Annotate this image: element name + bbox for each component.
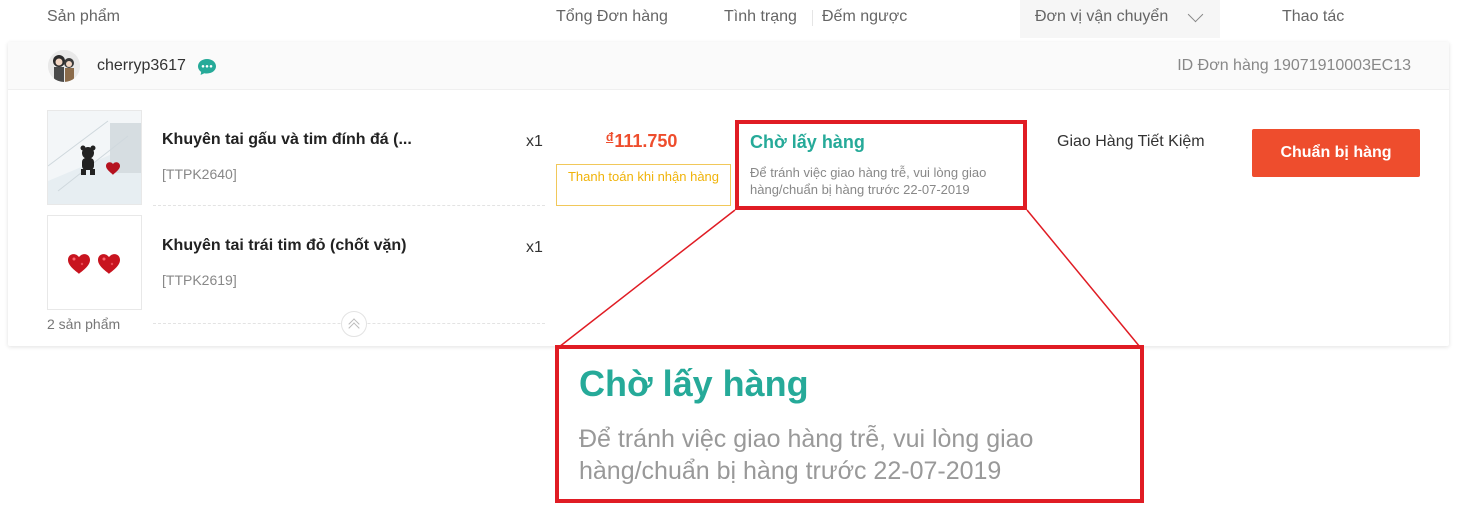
product-image[interactable] — [47, 110, 142, 205]
divider — [153, 205, 545, 206]
zoom-callout: Chờ lấy hàng Để tránh việc giao hàng trễ… — [555, 345, 1144, 503]
currency-symbol: đ — [606, 130, 614, 144]
header-order-total: Tổng Đơn hàng — [556, 8, 668, 25]
header-countdown: Đếm ngược — [822, 8, 908, 25]
product-sku: [TTPK2640] — [162, 166, 237, 182]
product-quantity: x1 — [526, 239, 543, 256]
header-carrier-filter[interactable]: Đơn vị vận chuyển — [1020, 0, 1220, 38]
order-total: đ111.750 — [606, 130, 677, 152]
product-quantity: x1 — [526, 133, 543, 150]
avatar[interactable] — [48, 50, 80, 82]
product-name[interactable]: Khuyên tai gấu và tim đính đá (... — [162, 131, 412, 149]
highlight-box — [735, 120, 1027, 210]
collapse-up-icon[interactable] — [341, 311, 367, 337]
header-actions: Thao tác — [1282, 8, 1345, 25]
chevron-down-icon — [1187, 6, 1204, 23]
callout-status: Chờ lấy hàng — [579, 363, 809, 404]
product-sku: [TTPK2619] — [162, 272, 237, 288]
buyer-username[interactable]: cherryp3617 — [97, 57, 186, 75]
callout-note: Để tránh việc giao hàng trễ, vui lòng gi… — [579, 425, 1034, 485]
header-divider — [812, 10, 813, 26]
table-header: Sản phẩm Tổng Đơn hàng Tình trạng Đếm ng… — [0, 0, 1470, 38]
order-card: cherryp3617 ID Đơn hàng 19071910003EC13 … — [8, 42, 1449, 346]
product-image[interactable] — [47, 215, 142, 310]
prepare-order-button[interactable]: Chuẩn bị hàng — [1252, 129, 1420, 177]
header-carrier: Đơn vị vận chuyển — [1035, 8, 1169, 25]
payment-method-badge: Thanh toán khi nhận hàng — [556, 164, 731, 206]
order-total-value: 111.750 — [614, 131, 678, 151]
header-status: Tình trạng — [724, 8, 797, 25]
chat-icon[interactable] — [197, 58, 217, 76]
order-id: ID Đơn hàng 19071910003EC13 — [1177, 57, 1411, 74]
product-name[interactable]: Khuyên tai trái tim đỏ (chốt vặn) — [162, 237, 406, 255]
order-card-header: cherryp3617 ID Đơn hàng 19071910003EC13 — [8, 42, 1449, 90]
header-products: Sản phẩm — [47, 8, 120, 25]
shipping-carrier: Giao Hàng Tiết Kiệm — [1057, 133, 1205, 150]
product-count: 2 sản phẩm — [47, 316, 121, 332]
